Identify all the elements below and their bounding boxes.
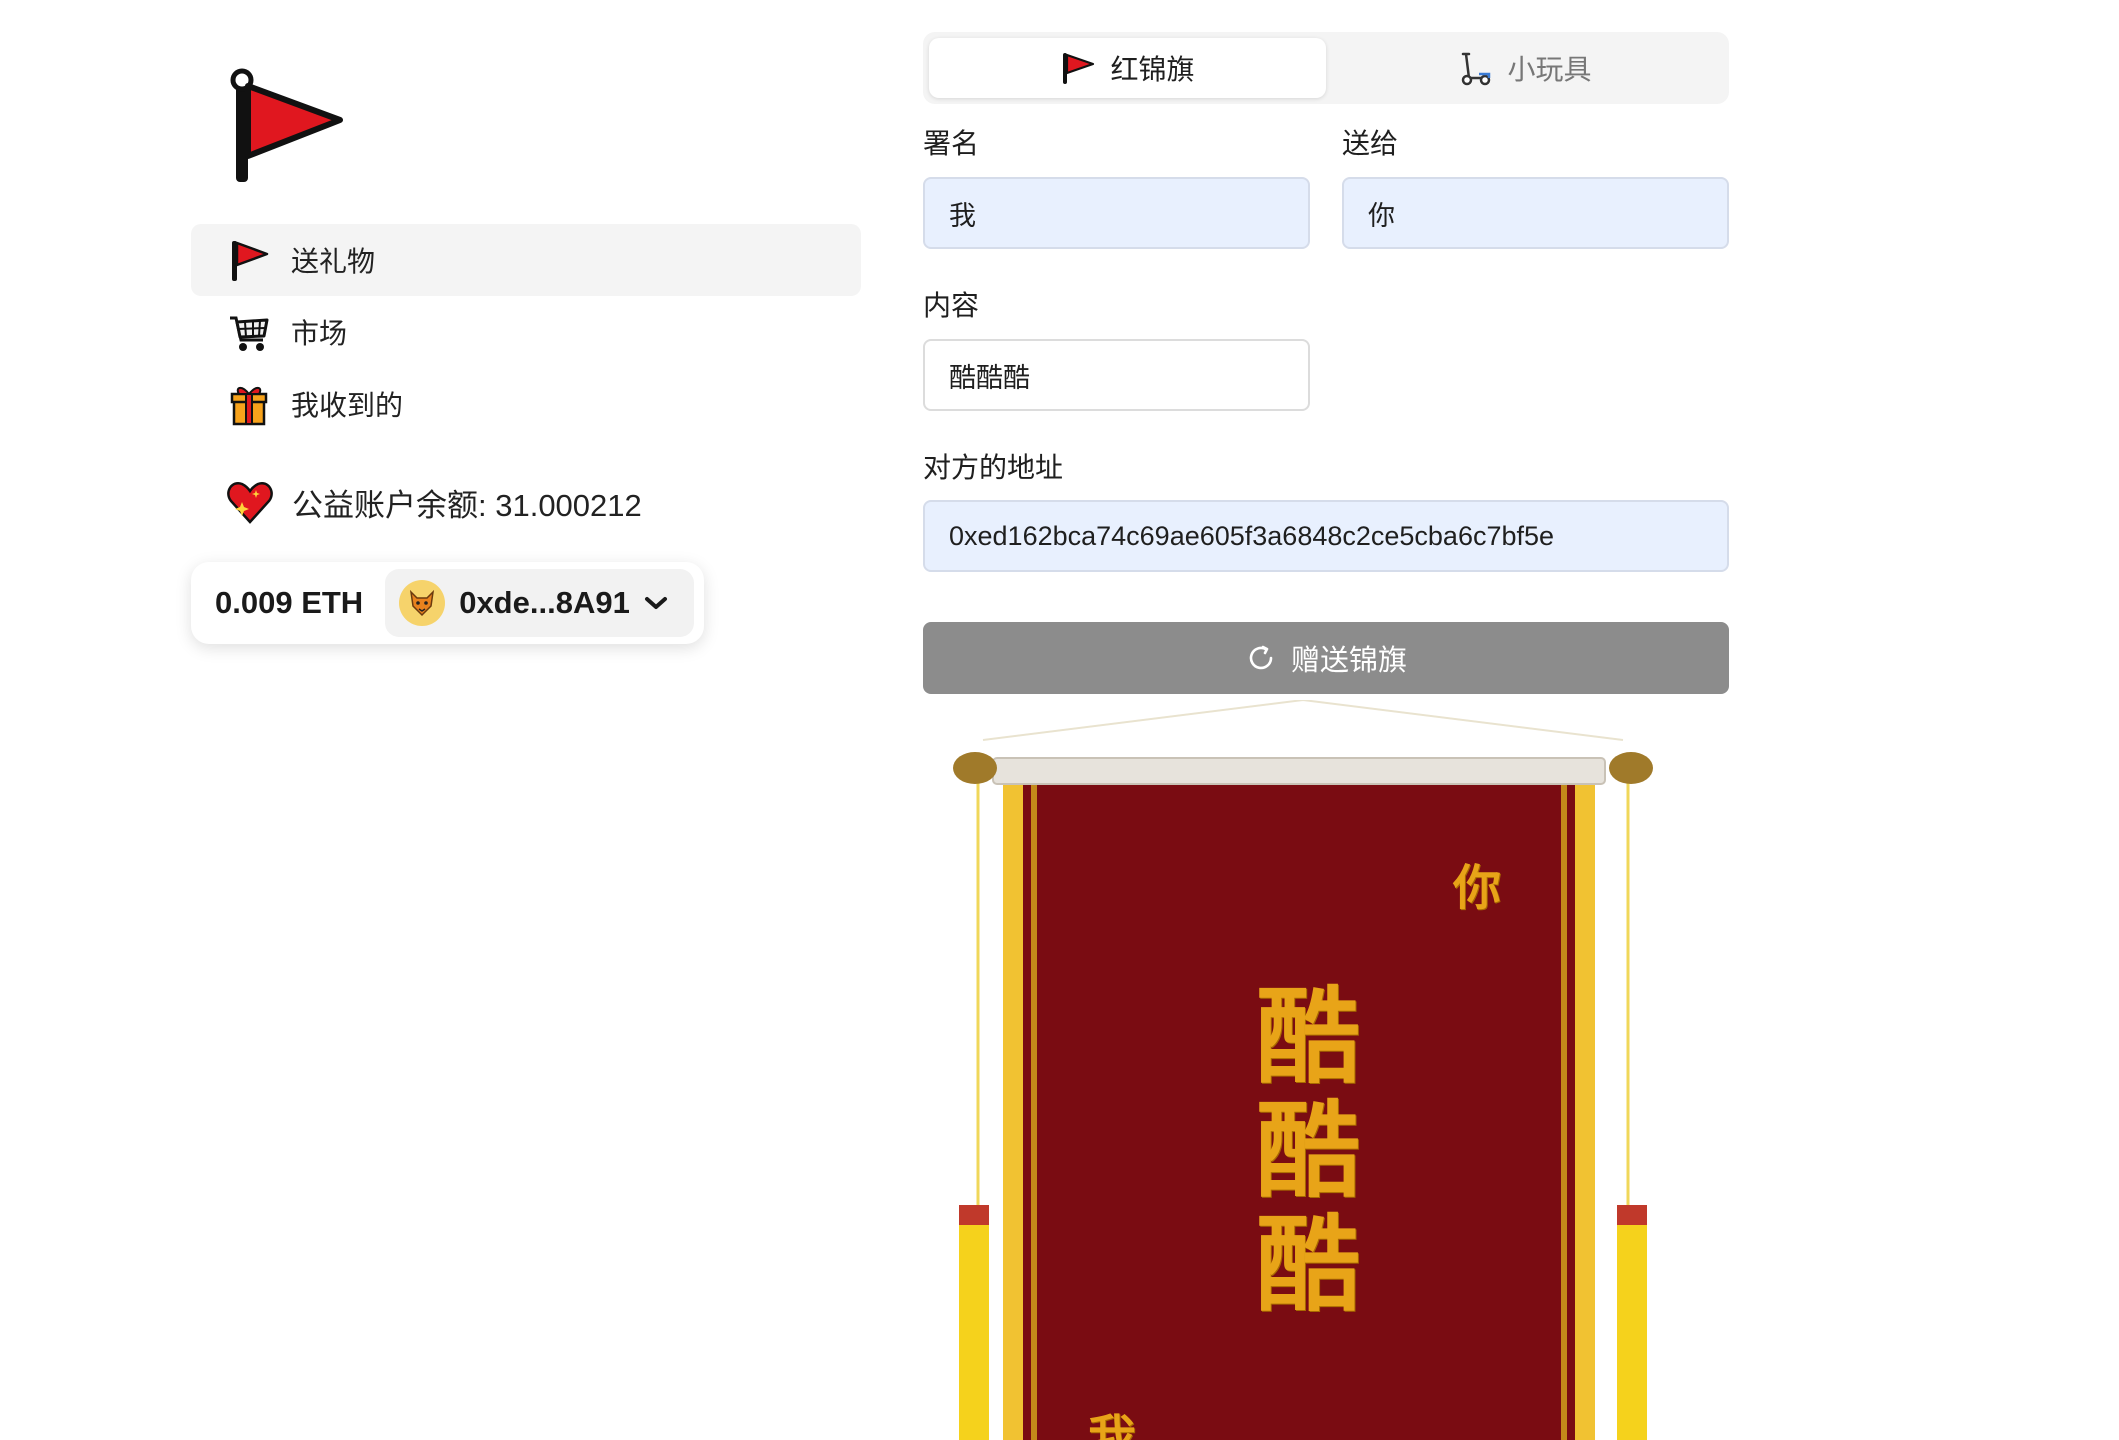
signature-label: 署名 xyxy=(923,128,980,159)
sidebar-item-label: 送礼物 xyxy=(291,246,376,277)
gift-icon xyxy=(227,382,271,426)
sidebar-item-send-gift[interactable]: 送礼物 xyxy=(191,224,861,296)
signature-input-value: 我 xyxy=(949,200,976,231)
content-input[interactable]: 酷酷酷 xyxy=(923,339,1310,411)
content-input-value: 酷酷酷 xyxy=(949,362,1030,393)
recipient-input-value: 你 xyxy=(1368,200,1395,231)
sidebar-item-market[interactable]: 市场 xyxy=(191,296,861,368)
content-label: 内容 xyxy=(923,290,980,321)
address-input[interactable]: 0xed162bca74c69ae605f3a6848c2ce5cba6c7bf… xyxy=(923,500,1729,572)
red-flag-icon xyxy=(230,68,343,182)
charity-balance-text: 公益账户余额: 31.000212 xyxy=(292,487,642,523)
sidebar-item-label: 我收到的 xyxy=(291,390,404,421)
recipient-label: 送给 xyxy=(1342,128,1399,159)
account-button[interactable]: 0xde...8A91 xyxy=(385,569,694,637)
loading-spinner-icon xyxy=(1249,645,1273,670)
signature-input[interactable]: 我 xyxy=(923,177,1310,249)
tab-red-banner[interactable]: 红锦旗 xyxy=(929,38,1326,98)
shopping-cart-icon xyxy=(227,310,271,354)
send-banner-label: 赠送锦旗 xyxy=(1290,645,1407,677)
tab-label: 小玩具 xyxy=(1507,54,1592,85)
red-flag-icon xyxy=(1063,53,1095,84)
send-banner-button[interactable]: 赠送锦旗 xyxy=(923,622,1729,694)
tab-label: 红锦旗 xyxy=(1110,54,1195,85)
sparkling-heart-icon xyxy=(226,478,274,526)
tab-small-toy[interactable]: 小玩具 xyxy=(1326,38,1723,98)
red-flag-icon xyxy=(227,238,271,282)
banner-content-text: 酷酷酷 xyxy=(1255,975,1360,1326)
scooter-icon xyxy=(1462,52,1491,86)
wallet-balance: 0.009 ETH xyxy=(215,585,364,620)
banner-recipient-text: 你 xyxy=(1453,860,1502,916)
recipient-input[interactable]: 你 xyxy=(1342,177,1729,249)
fox-avatar-icon xyxy=(399,580,446,626)
sidebar-item-received[interactable]: 我收到的 xyxy=(191,368,861,440)
account-address: 0xde...8A91 xyxy=(459,585,630,620)
charity-balance: 公益账户余额: 31.000212 xyxy=(226,478,642,526)
address-input-value: 0xed162bca74c69ae605f3a6848c2ce5cba6c7bf… xyxy=(949,520,1555,551)
gift-type-tabs: 红锦旗 小玩具 xyxy=(923,32,1729,104)
wallet-widget: 0.009 ETH 0xde...8A91 xyxy=(191,562,704,644)
banner-signature-text: 我 xyxy=(1088,1410,1137,1440)
chevron-down-icon xyxy=(644,597,667,609)
sidebar-item-label: 市场 xyxy=(291,318,348,349)
banner-preview: 你 酷酷酷 我 xyxy=(923,700,1683,1440)
app-logo xyxy=(228,68,348,188)
sidebar-nav: 送礼物 市场 我收到的 xyxy=(191,224,861,440)
address-label: 对方的地址 xyxy=(923,452,1064,483)
